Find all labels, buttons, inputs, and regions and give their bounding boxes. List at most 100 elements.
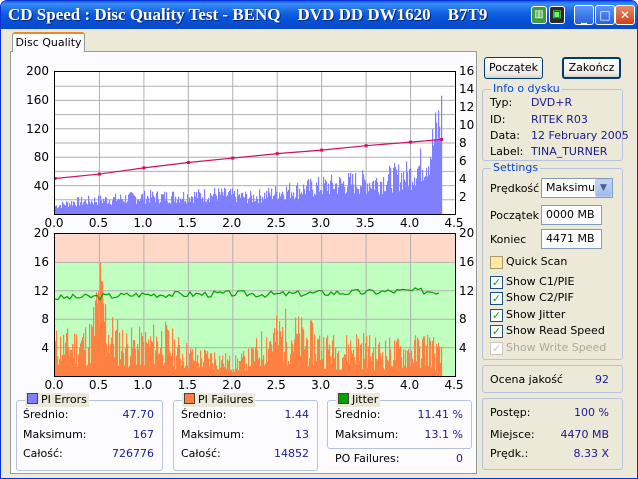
disc-type-label: Typ: (490, 96, 513, 109)
show-read-speed-checkbox[interactable]: ✓ (490, 325, 503, 338)
read-speed-point (364, 144, 368, 148)
disc-date: 12 February 2005 (531, 129, 629, 142)
speed-readout-label: Prędk.: (490, 447, 529, 460)
top-x-tick: 2.0 (222, 216, 242, 230)
title-bar[interactable]: CD Speed : Disc Quality Test - BENQ DVD … (1, 1, 637, 29)
read-speed-point (142, 166, 146, 170)
disc-id-label: ID: (490, 113, 506, 126)
top-x-tick: 0.5 (88, 216, 108, 230)
pi-errors-swatch (27, 393, 38, 404)
quick-scan-label: Quick Scan (506, 255, 568, 268)
disc-info-title: Info o dysku (491, 82, 562, 96)
show-write-speed-checkbox: ✓ (490, 342, 503, 355)
read-speed-line (55, 138, 442, 180)
pi-failures-swatch (184, 393, 195, 404)
jitter-title-wrap: Jitter (336, 393, 381, 407)
jitter-title: Jitter (352, 393, 379, 406)
maximize-icon[interactable]: □ (595, 5, 615, 25)
pi-failures-total-label: Całość: (181, 447, 221, 460)
pi-errors-total-label: Całość: (23, 447, 63, 460)
bot-left-tick: 12 (33, 283, 49, 298)
minimize-icon[interactable]: _ (574, 5, 594, 25)
disc-label-label: Label: (490, 145, 524, 158)
pi-errors-avg-label: Średnio: (23, 408, 69, 421)
jitter-max: 13.1 % (424, 428, 463, 441)
app-icon-2[interactable]: ▣ (549, 6, 565, 24)
show-c2-label: Show C2/PIF (506, 291, 574, 304)
show-jitter-checkbox[interactable]: ✓ (490, 309, 503, 322)
position-label: Miejsce: (490, 428, 535, 441)
pi-failures-total: 14852 (274, 447, 309, 460)
top-left-tick: 120 (26, 121, 49, 136)
read-speed-point (97, 172, 101, 176)
show-read-speed-label: Show Read Speed (506, 324, 605, 337)
show-write-speed-label: Show Write Speed (506, 341, 607, 354)
jitter-max-label: Maksimum: (335, 428, 399, 441)
bot-left-tick: 16 (33, 254, 49, 269)
bot-x-tick: 3.5 (355, 378, 375, 392)
progress-value: 100 % (574, 406, 609, 419)
stop-button[interactable]: Zakończ (562, 57, 621, 79)
pi-errors-max: 167 (133, 428, 154, 441)
jitter-swatch (338, 393, 349, 404)
quick-scan-checkbox[interactable] (490, 256, 503, 269)
jitter-avg-label: Średnio: (335, 408, 381, 421)
top-right-tick: 16 (459, 64, 475, 78)
read-speed-point (186, 161, 190, 165)
bot-x-tick: 4.5 (444, 378, 464, 392)
position-value: 4470 MB (560, 428, 609, 441)
top-left-tick: 200 (26, 64, 49, 78)
bot-x-tick: 0.0 (44, 378, 64, 392)
show-c1-checkbox[interactable]: ✓ (490, 276, 503, 289)
app-icon-1[interactable]: ▥ (531, 6, 547, 24)
speed-readout-value: 8.33 X (573, 447, 609, 460)
top-left-tick: 160 (26, 92, 49, 107)
show-c2-checkbox[interactable]: ✓ (490, 292, 503, 305)
top-x-tick: 3.5 (355, 216, 375, 230)
bot-right-tick: 12 (459, 283, 475, 298)
pi-failures-max: 13 (295, 428, 309, 441)
tab-disc-quality[interactable]: Disc Quality (12, 32, 85, 52)
disc-id: RITEK R03 (531, 113, 588, 126)
close-icon[interactable]: ✕ (615, 5, 635, 25)
pi-failures-max-label: Maksimum: (181, 428, 245, 441)
quality-score-value: 92 (595, 373, 609, 386)
bot-x-tick: 1.0 (133, 378, 153, 392)
bot-x-tick: 3.0 (311, 378, 331, 392)
progress-label: Postęp: (490, 406, 531, 419)
top-right-tick: 2 (459, 190, 467, 204)
bot-x-tick: 2.5 (266, 378, 286, 392)
po-failures-value: 0 (456, 452, 463, 465)
chevron-down-icon[interactable]: ▼ (595, 179, 612, 197)
range-end-input[interactable]: 4471 MB (541, 229, 602, 249)
pi-failures-chart (54, 233, 456, 377)
range-end-label: Koniec (490, 233, 527, 246)
quality-score-label: Ocena jakość (490, 373, 563, 386)
pi-failures-avg: 1.44 (284, 408, 310, 421)
top-right-tick: 12 (459, 100, 475, 114)
bot-x-tick: 2.0 (222, 378, 242, 392)
read-speed-point (440, 137, 444, 141)
po-failures-label: PO Failures: (335, 452, 400, 465)
range-start-input[interactable]: 0000 MB (541, 205, 602, 225)
top-right-tick: 4 (459, 172, 467, 186)
settings-title: Settings (491, 161, 541, 175)
pif-warning-band (55, 234, 455, 263)
pi-failures-title: PI Failures (198, 393, 254, 406)
show-jitter-label: Show Jitter (506, 308, 566, 321)
pi-errors-total: 726776 (112, 447, 154, 460)
top-right-tick: 6 (459, 154, 467, 168)
read-speed-point (409, 140, 413, 144)
bot-left-tick: 8 (41, 312, 49, 327)
pi-failures-title-wrap: PI Failures (182, 393, 256, 407)
top-x-tick: 1.5 (177, 216, 197, 230)
bot-left-tick: 20 (33, 226, 49, 240)
start-button[interactable]: Początek (484, 57, 543, 79)
pi-errors-chart (54, 71, 456, 215)
pi-failures-chart-svg (55, 234, 455, 376)
pi-failures-avg-label: Średnio: (181, 408, 227, 421)
top-right-tick: 8 (459, 136, 467, 150)
pi-failures-bar (441, 346, 443, 376)
pi-errors-avg: 47.70 (122, 408, 155, 421)
bot-x-tick: 0.5 (88, 378, 108, 392)
